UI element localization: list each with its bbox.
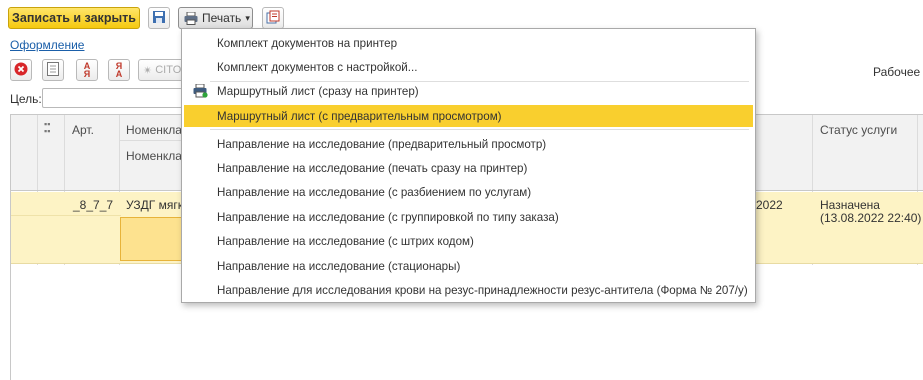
delete-button[interactable] [10, 59, 32, 81]
column-settings-icon[interactable]: ▪▪ ▪▪ [44, 120, 50, 136]
menu-item-route-sheet-preview[interactable]: Маршрутный лист (с предварительным просм… [184, 105, 753, 127]
cito-button[interactable]: ✴ CITO [138, 59, 184, 81]
print-dropdown-button[interactable]: Печать ▾ [178, 7, 253, 29]
workplace-label: Рабочее м [873, 65, 923, 79]
column-header-status[interactable]: Статус услуги [820, 123, 897, 137]
document-icon [47, 61, 59, 79]
menu-item-label: Направление на исследование (с группиров… [217, 210, 559, 224]
print-button-label: Печать [202, 11, 242, 25]
printer-icon [184, 11, 198, 25]
menu-item-referral-rh-blood[interactable]: Направление для исследования крови на ре… [182, 279, 755, 301]
sort-descending-icon: ЯА [115, 61, 123, 79]
sort-ascending-icon: АЯ [83, 61, 91, 79]
chevron-down-icon: ▾ [245, 12, 250, 23]
menu-item-referral-print[interactable]: Направление на исследование (печать сраз… [182, 157, 755, 179]
menu-item-referral-barcode[interactable]: Направление на исследование (с штрих код… [182, 230, 755, 252]
sun-icon: ✴ [143, 64, 153, 77]
menu-item-referral-preview[interactable]: Направление на исследование (предварител… [182, 133, 755, 155]
menu-item-label: Направление на исследование (с штрих код… [217, 234, 474, 248]
row-date-fragment: 2022 [756, 198, 783, 212]
menu-item-label: Комплект документов на принтер [217, 36, 398, 50]
menu-item-docs-settings[interactable]: Комплект документов с настройкой... [182, 56, 755, 78]
column-header-nomenclature[interactable]: Номенклат [126, 123, 187, 137]
printer-icon [193, 83, 208, 101]
menu-item-docs-printer[interactable]: Комплект документов на принтер [182, 32, 755, 54]
report-button[interactable] [262, 7, 284, 29]
goal-label: Цель: [10, 92, 42, 106]
menu-item-label: Маршрутный лист (с предварительным просм… [217, 109, 502, 123]
menu-item-referral-by-order-type[interactable]: Направление на исследование (с группиров… [182, 206, 755, 228]
active-cell[interactable] [120, 217, 182, 261]
row-art: _8_7_7 [73, 198, 114, 212]
menu-item-label: Комплект документов с настройкой... [217, 60, 418, 74]
column-header-art[interactable]: Арт. [72, 123, 94, 137]
menu-item-label: Направление на исследование (с разбиение… [217, 185, 532, 199]
menu-item-label: Маршрутный лист (сразу на принтер) [217, 84, 419, 98]
row-status: Назначена [820, 198, 880, 212]
sort-descending-button[interactable]: ЯА [108, 59, 130, 81]
print-menu: Комплект документов на принтер Комплект … [181, 28, 756, 303]
goal-input[interactable] [42, 88, 192, 108]
column-header-nomenclature-characteristic[interactable]: Номенклат [126, 149, 187, 163]
document-button[interactable] [42, 59, 64, 81]
menu-item-label: Направление на исследование (печать сраз… [217, 161, 528, 175]
row-status-date: (13.08.2022 22:40) [820, 211, 922, 225]
design-link[interactable]: Оформление [10, 38, 84, 52]
report-icon [266, 10, 280, 27]
menu-item-route-sheet-printer[interactable]: Маршрутный лист (сразу на принтер) [182, 80, 755, 102]
save-button[interactable] [148, 7, 170, 29]
save-and-close-button[interactable]: Записать и закрыть [8, 7, 140, 29]
menu-item-label: Направление на исследование (предварител… [217, 137, 547, 151]
delete-icon [14, 62, 28, 79]
sort-ascending-button[interactable]: АЯ [76, 59, 98, 81]
menu-item-label: Направление для исследования крови на ре… [217, 283, 748, 297]
menu-item-referral-by-service[interactable]: Направление на исследование (с разбиение… [182, 181, 755, 203]
menu-item-referral-inpatient[interactable]: Направление на исследование (стационары) [182, 255, 755, 277]
cito-label: CITO [155, 64, 182, 76]
floppy-disk-icon [152, 10, 166, 27]
menu-item-label: Направление на исследование (стационары) [217, 259, 461, 273]
